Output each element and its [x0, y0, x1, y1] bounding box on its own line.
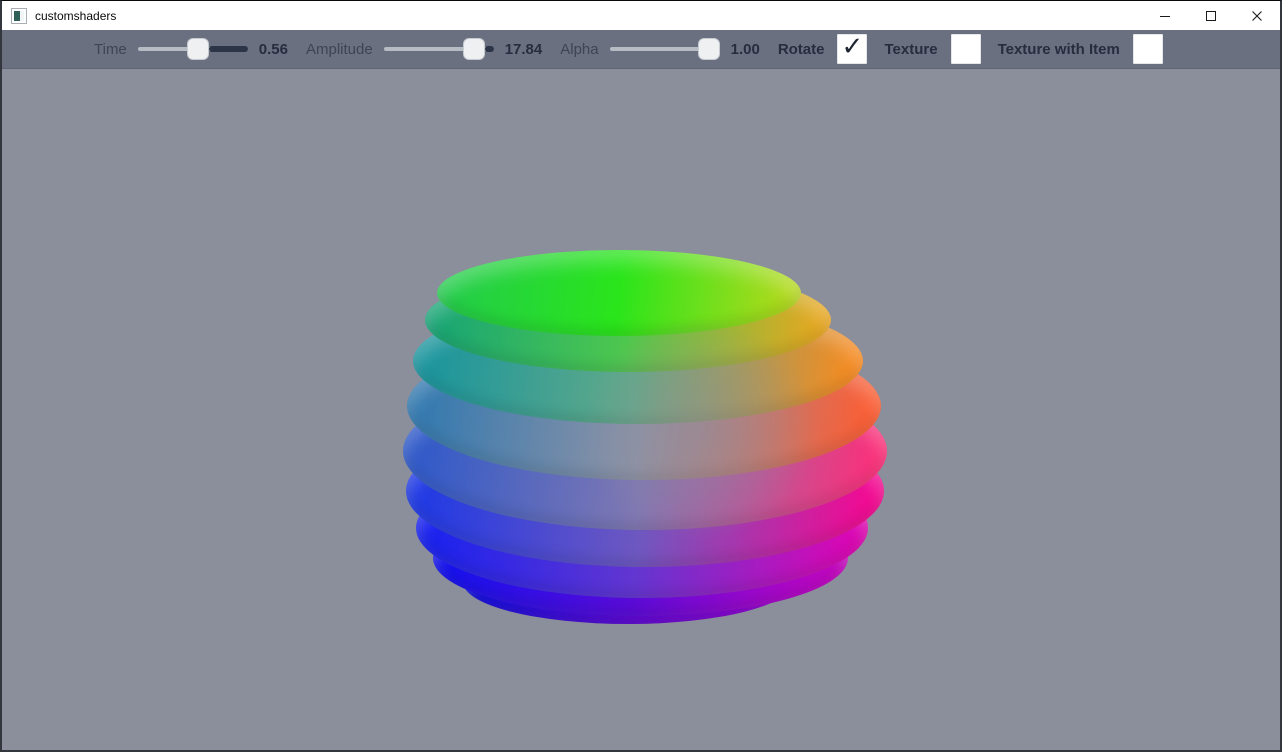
check-mark-icon: ✓ [841, 32, 863, 62]
rotate-label: Rotate [778, 41, 825, 58]
rotate-checkbox-group: Rotate ✓ [778, 34, 885, 64]
texture-with-item-label: Texture with Item [998, 41, 1120, 58]
texture-with-item-checkbox[interactable] [1133, 34, 1163, 64]
minimize-button[interactable] [1142, 1, 1188, 30]
close-button[interactable] [1234, 1, 1280, 30]
shader-viewport[interactable] [2, 69, 1280, 750]
toolbar: Time 0.56 Amplitude 17.84 Alpha 1.00 Rotate ✓ Te… [2, 30, 1280, 69]
blob-layer-8 [437, 250, 801, 336]
texture-label: Texture [884, 41, 937, 58]
amplitude-slider-handle[interactable] [463, 38, 485, 60]
titlebar: customshaders [2, 1, 1280, 30]
minimize-icon [1159, 10, 1171, 22]
app-icon [11, 8, 27, 24]
app-window: customshaders Time 0.56 Amplitude 17.84 Alph… [0, 0, 1282, 752]
close-icon [1251, 10, 1263, 22]
amplitude-slider-remainder [485, 46, 494, 52]
alpha-slider-handle[interactable] [698, 38, 720, 60]
time-value: 0.56 [259, 41, 288, 58]
time-slider-group: Time 0.56 [94, 37, 306, 61]
time-slider-handle[interactable] [187, 38, 209, 60]
amplitude-slider-group: Amplitude 17.84 [306, 37, 560, 61]
alpha-slider-group: Alpha 1.00 [560, 37, 778, 61]
texture-checkbox[interactable] [951, 34, 981, 64]
maximize-button[interactable] [1188, 1, 1234, 30]
amplitude-slider[interactable] [384, 37, 494, 61]
time-slider[interactable] [138, 37, 248, 61]
maximize-icon [1205, 10, 1217, 22]
time-label: Time [94, 41, 127, 58]
amplitude-label: Amplitude [306, 41, 373, 58]
rotate-checkbox[interactable]: ✓ [837, 34, 867, 64]
window-title: customshaders [35, 9, 116, 23]
alpha-label: Alpha [560, 41, 598, 58]
texture-checkbox-group: Texture [884, 34, 997, 64]
amplitude-value: 17.84 [505, 41, 543, 58]
alpha-value: 1.00 [731, 41, 760, 58]
alpha-slider[interactable] [610, 37, 720, 61]
time-slider-remainder [209, 46, 248, 52]
texture-with-item-checkbox-group: Texture with Item [998, 34, 1180, 64]
